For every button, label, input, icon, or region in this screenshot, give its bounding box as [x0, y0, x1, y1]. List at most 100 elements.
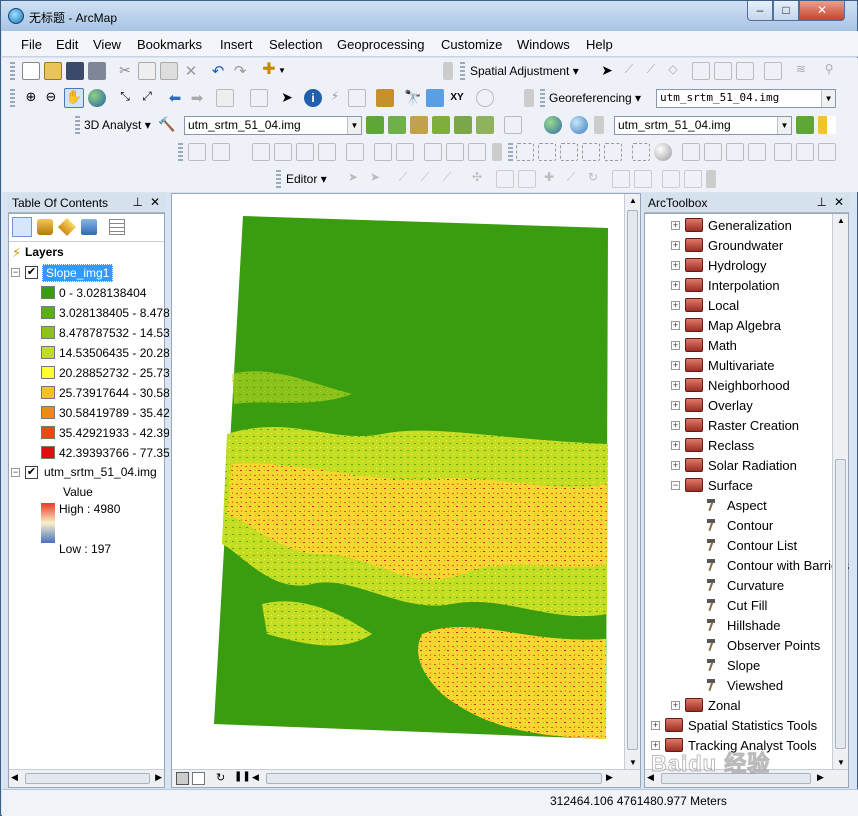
binoculars-icon[interactable]: 🔭 [404, 89, 422, 107]
edit-vertices-icon[interactable] [496, 170, 514, 188]
interpolate-polygon-icon[interactable] [476, 116, 494, 134]
reshape-icon[interactable] [518, 170, 536, 188]
expand-icon[interactable]: + [671, 701, 680, 710]
georeference-layer-select[interactable]: utm_srtm_51_04.img ▼ [656, 89, 836, 108]
surface-layer-select[interactable]: utm_srtm_51_04.img ▼ [614, 116, 792, 135]
menu-edit[interactable]: Edit [56, 37, 78, 52]
add-data-dropdown-icon[interactable]: ▼ [278, 62, 288, 80]
scroll-up-icon[interactable]: ▲ [629, 196, 637, 205]
toolbar-grip[interactable] [276, 170, 281, 189]
slope-layer-name[interactable]: Slope_img1 [42, 264, 114, 282]
3d-analyst-menu[interactable]: 3D Analyst ▾ [84, 118, 151, 132]
collapse-slope-icon[interactable]: − [11, 268, 20, 277]
print-icon[interactable] [88, 62, 106, 80]
menu-file[interactable]: File [21, 37, 42, 52]
layers-root[interactable]: Layers [25, 245, 64, 259]
menu-customize[interactable]: Customize [441, 37, 502, 52]
forward-extent-icon[interactable]: ➡ [188, 89, 206, 107]
redo-icon[interactable]: ↷ [231, 62, 249, 80]
view-link-table-icon[interactable] [692, 62, 710, 80]
topology-tool-9-icon[interactable] [726, 143, 744, 161]
editing-tool-1-icon[interactable] [188, 143, 206, 161]
toolbar-overflow-icon[interactable] [492, 143, 502, 161]
menu-geoprocessing[interactable]: Geoprocessing [337, 37, 424, 52]
limited-adjustment-icon[interactable] [736, 62, 754, 80]
open-folder-icon[interactable] [44, 62, 62, 80]
editing-tool-11-icon[interactable] [446, 143, 464, 161]
legend-swatch[interactable] [41, 386, 55, 399]
endpoint-arc-icon[interactable]: ⟋ [416, 170, 434, 188]
select-elements-icon-2[interactable]: ➤ [278, 89, 296, 107]
toolbox-vertical-scrollbar[interactable]: ▲ ▼ [832, 214, 848, 769]
toolbar-grip[interactable] [460, 62, 465, 81]
new-displacement-link-icon[interactable]: ⟋ [620, 62, 638, 80]
editor-menu[interactable]: Editor ▾ [286, 172, 327, 186]
identify-icon[interactable]: i [304, 89, 322, 107]
scroll-down-icon[interactable]: ▼ [629, 758, 637, 767]
scroll-right-icon[interactable]: ▶ [155, 772, 162, 783]
toc-horizontal-scrollbar[interactable]: ◀ ▶ [9, 769, 164, 787]
toolbar-grip[interactable] [10, 89, 15, 108]
line-of-sight-icon[interactable] [410, 116, 428, 134]
trace-icon[interactable]: ⟋ [438, 170, 456, 188]
full-extent-icon[interactable] [88, 89, 106, 107]
editing-tool-6-icon[interactable] [318, 143, 336, 161]
arcscene-icon[interactable] [570, 116, 588, 134]
scroll-left-icon[interactable]: ◀ [11, 772, 18, 783]
list-by-visibility-icon[interactable] [57, 217, 77, 237]
dem-layer-name[interactable]: utm_srtm_51_04.img [44, 465, 157, 479]
fixed-zoom-in-icon[interactable]: ⤡ [116, 89, 134, 107]
map-scroll-left-icon[interactable]: ◀ [252, 772, 259, 783]
expand-icon[interactable]: + [671, 321, 680, 330]
close-button[interactable]: ✕ [799, 1, 845, 21]
expand-icon[interactable]: + [671, 301, 680, 310]
cut-icon[interactable]: ✂ [116, 62, 134, 80]
expand-icon[interactable]: + [671, 241, 680, 250]
time-slider-icon[interactable] [476, 89, 494, 107]
toolbar-grip[interactable] [540, 89, 545, 108]
legend-swatch[interactable] [41, 406, 55, 419]
topology-tool-2-icon[interactable] [538, 143, 556, 161]
interpolate-point-icon[interactable] [432, 116, 450, 134]
edge-match-icon[interactable]: ≋ [792, 62, 810, 80]
editor-tool-extra-icon[interactable] [684, 170, 702, 188]
pan-icon[interactable]: ✋ [64, 88, 84, 108]
toolbar-overflow-icon[interactable] [706, 170, 716, 188]
maximize-button[interactable]: □ [773, 1, 799, 21]
expand-icon[interactable]: + [671, 281, 680, 290]
toolbar-overflow-icon[interactable] [594, 116, 604, 134]
map-vertical-scrollbar[interactable]: ▲ ▼ [624, 194, 640, 769]
toolbar-overflow-icon[interactable] [524, 89, 534, 107]
expand-icon[interactable]: + [671, 441, 680, 450]
map-horizontal-scrollbar[interactable]: ↻ ❚❚ ◀ ▶ [172, 769, 640, 787]
expand-icon[interactable]: + [651, 721, 660, 730]
collapse-dem-icon[interactable]: − [11, 468, 20, 477]
expand-icon[interactable]: + [671, 421, 680, 430]
find-icon[interactable]: ⚡ [326, 89, 344, 107]
topology-tool-4-icon[interactable] [582, 143, 600, 161]
arcglobe-icon[interactable] [544, 116, 562, 134]
menu-insert[interactable]: Insert [220, 37, 253, 52]
zoom-out-icon[interactable]: ⊖ [42, 89, 60, 107]
toolbox-scroll-up-icon[interactable]: ▲ [837, 216, 845, 225]
save-icon[interactable] [66, 62, 84, 80]
list-by-selection-icon[interactable] [81, 219, 97, 235]
editing-tool-12-icon[interactable] [468, 143, 486, 161]
toolbox-scroll-right-icon[interactable]: ▶ [817, 772, 824, 783]
topology-tool-12-icon[interactable] [796, 143, 814, 161]
zoom-in-icon[interactable]: ⊕ [22, 89, 40, 107]
arctoolbox-pin-icon[interactable]: ⊥ [817, 195, 827, 209]
editing-tool-3-icon[interactable] [252, 143, 270, 161]
pause-drawing-icon[interactable]: ❚❚ [234, 771, 251, 782]
toolbar-grip[interactable] [75, 116, 80, 135]
create-features-icon[interactable] [662, 170, 680, 188]
menu-view[interactable]: View [93, 37, 121, 52]
options-icon[interactable] [109, 219, 125, 235]
expand-icon[interactable]: + [671, 381, 680, 390]
modify-link-icon[interactable]: ⟋ [642, 62, 660, 80]
surface-contour-icon[interactable] [796, 116, 814, 134]
attributes-icon[interactable] [612, 170, 630, 188]
menu-bookmarks[interactable]: Bookmarks [137, 37, 202, 52]
list-by-drawing-order-icon[interactable] [12, 217, 32, 237]
new-document-icon[interactable] [22, 62, 40, 80]
